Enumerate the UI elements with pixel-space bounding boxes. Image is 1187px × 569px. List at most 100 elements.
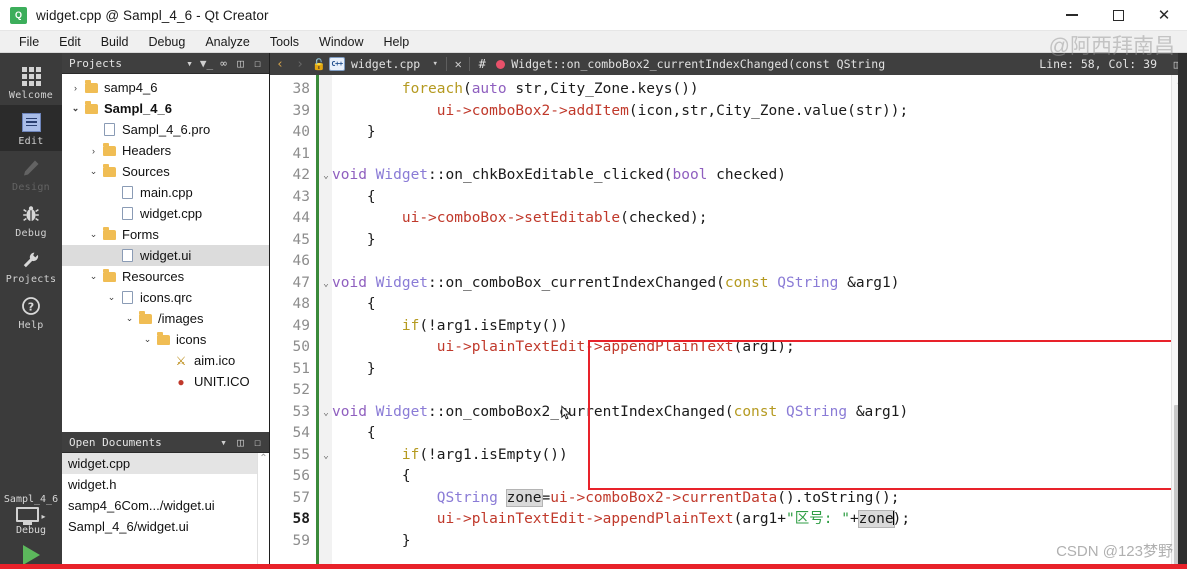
code-area[interactable]: 38 foreach(auto str,City_Zone.keys()) 39 …	[270, 75, 1187, 569]
close-icon[interactable]: ☐	[249, 57, 266, 70]
code-line[interactable]: ui->comboBox2->addItem(icon,str,City_Zon…	[332, 101, 908, 123]
close-button[interactable]: ✕	[1141, 0, 1187, 31]
tree-item-widget-ui[interactable]: widget.ui	[62, 245, 269, 266]
forward-icon[interactable]: ›	[290, 57, 310, 72]
tree-item-samp4-6[interactable]: › samp4_6	[62, 77, 269, 98]
filter-icon[interactable]: ▼̲	[198, 57, 215, 70]
code-line[interactable]: QString zone=ui->comboBox2->currentData(…	[332, 488, 900, 510]
tree-item-icons[interactable]: ⌄ icons	[62, 329, 269, 350]
tree-item-label: widget.ui	[140, 248, 192, 263]
chevron-down-icon[interactable]: ▾	[181, 57, 198, 70]
chevron-down-icon[interactable]: ⌄	[122, 313, 137, 324]
tree-item-icons-qrc[interactable]: ⌄ icons.qrc	[62, 287, 269, 308]
scroll-up-icon[interactable]: ⌃	[259, 453, 267, 464]
tree-item-label: main.cpp	[140, 185, 193, 200]
mode-help[interactable]: ? Help	[0, 289, 62, 335]
hash-icon[interactable]: #	[470, 57, 494, 71]
open-documents-list[interactable]: widget.cpp widget.h samp4_6Com.../widget.u…	[62, 453, 269, 569]
line-number: 51	[292, 360, 310, 377]
code-line[interactable]: ui->comboBox->setEditable(checked);	[332, 208, 708, 230]
menu-item-edit[interactable]: Edit	[49, 35, 91, 49]
line-number: 43	[292, 188, 310, 205]
mode-projects[interactable]: Projects	[0, 243, 62, 289]
menu-item-tools[interactable]: Tools	[260, 35, 309, 49]
code-line[interactable]: }	[332, 531, 411, 553]
fold-marker-icon[interactable]: ⌄	[320, 273, 332, 295]
tree-item-sources[interactable]: ⌄ Sources	[62, 161, 269, 182]
link-icon[interactable]: ∞	[215, 57, 232, 70]
code-line[interactable]: }	[332, 122, 376, 144]
code-line[interactable]: void Widget::on_comboBox_currentIndexCha…	[332, 273, 899, 295]
chevron-down-icon[interactable]: ⌄	[104, 292, 119, 303]
code-line[interactable]: {	[332, 187, 376, 209]
chevron-down-icon[interactable]: ⌄	[86, 166, 101, 177]
code-line[interactable]: void Widget::on_chkBoxEditable_clicked(b…	[332, 165, 786, 187]
tree-item--images[interactable]: ⌄ /images	[62, 308, 269, 329]
code-line[interactable]: if(!arg1.isEmpty())	[332, 445, 568, 467]
folder-h-icon	[101, 143, 117, 156]
menu-item-debug[interactable]: Debug	[139, 35, 196, 49]
open-document-item[interactable]: Sampl_4_6/widget.ui	[62, 516, 269, 537]
code-line[interactable]: ui->plainTextEdit->appendPlainText(arg1)…	[332, 337, 795, 359]
editor-filename[interactable]: widget.cpp	[351, 57, 420, 71]
code-line[interactable]: if(!arg1.isEmpty())	[332, 316, 568, 338]
open-document-item[interactable]: widget.cpp	[62, 453, 269, 474]
open-document-item[interactable]: widget.h	[62, 474, 269, 495]
tree-item-main-cpp[interactable]: main.cpp	[62, 182, 269, 203]
fold-marker-icon[interactable]: ⌄	[320, 445, 332, 467]
editor-close-icon[interactable]: ✕	[447, 57, 469, 71]
split-icon[interactable]: ◫	[232, 436, 249, 449]
line-number: 42	[292, 167, 310, 183]
code-line[interactable]: }	[332, 230, 376, 252]
menu-item-file[interactable]: File	[9, 35, 49, 49]
chevron-down-icon[interactable]: ⌄	[86, 271, 101, 282]
chevron-down-icon[interactable]: ⌄	[140, 334, 155, 345]
chevron-down-icon[interactable]: ⌄	[68, 103, 83, 114]
fold-marker-icon[interactable]: ⌄	[320, 165, 332, 187]
chevron-down-icon[interactable]: ⌄	[86, 229, 101, 240]
mode-edit[interactable]: Edit	[0, 105, 62, 151]
project-tree[interactable]: › samp4_6 ⌄ Sampl_4_6 Sampl_4_6.pro › Headers ⌄…	[62, 74, 269, 432]
open-documents-scrollbar[interactable]: ⌃	[257, 453, 269, 569]
fold-marker-icon[interactable]: ⌄	[320, 402, 332, 424]
code-line[interactable]: {	[332, 294, 376, 316]
aim-ico-icon: ⚔	[175, 353, 187, 368]
code-line[interactable]: void Widget::on_comboBox2_currentIndexCh…	[332, 402, 908, 424]
mode-welcome[interactable]: Welcome	[0, 59, 62, 105]
run-play-icon[interactable]	[22, 545, 40, 565]
editor-symbol-label[interactable]: Widget::on_comboBox2_currentIndexChanged…	[511, 57, 885, 71]
tree-item-widget-cpp[interactable]: widget.cpp	[62, 203, 269, 224]
minimize-button[interactable]	[1049, 0, 1095, 31]
chevron-down-icon[interactable]: ▾	[215, 436, 232, 449]
menu-item-build[interactable]: Build	[91, 35, 139, 49]
tree-item-sampl-4-6[interactable]: ⌄ Sampl_4_6	[62, 98, 269, 119]
chevron-right-icon[interactable]: ›	[86, 146, 101, 156]
tree-item-aim-ico[interactable]: ⚔ aim.ico	[62, 350, 269, 371]
back-icon[interactable]: ‹	[270, 57, 290, 72]
open-document-item[interactable]: samp4_6Com.../widget.ui	[62, 495, 269, 516]
mode-debug[interactable]: Debug	[0, 197, 62, 243]
menu-item-analyze[interactable]: Analyze	[195, 35, 259, 49]
chevron-right-icon[interactable]: ›	[68, 83, 83, 93]
menu-item-window[interactable]: Window	[309, 35, 373, 49]
tree-item-sampl-4-6-pro[interactable]: Sampl_4_6.pro	[62, 119, 269, 140]
line-col-indicator[interactable]: Line: 58, Col: 39	[1039, 57, 1157, 71]
file-dropdown-icon[interactable]: ▾	[424, 59, 446, 69]
tree-item-forms[interactable]: ⌄ Forms	[62, 224, 269, 245]
code-line[interactable]: ui->plainTextEdit->appendPlainText(arg1+…	[332, 509, 910, 531]
unlocked-icon[interactable]: 🔓	[310, 58, 328, 71]
split-icon[interactable]: ◫	[232, 57, 249, 70]
kit-selector[interactable]: Sampl_4_6 ▸ Debug	[0, 494, 62, 569]
maximize-button[interactable]	[1095, 0, 1141, 31]
tree-item-headers[interactable]: › Headers	[62, 140, 269, 161]
code-line[interactable]: {	[332, 423, 376, 445]
fold-gutter[interactable]	[319, 75, 332, 569]
close-icon[interactable]: ☐	[249, 436, 266, 449]
menu-item-help[interactable]: Help	[373, 35, 419, 49]
folder-icon	[155, 332, 171, 345]
code-line[interactable]: {	[332, 466, 411, 488]
tree-item-unit-ico[interactable]: ● UNIT.ICO	[62, 371, 269, 392]
code-line[interactable]: foreach(auto str,City_Zone.keys())	[332, 79, 699, 101]
code-line[interactable]: }	[332, 359, 376, 381]
tree-item-resources[interactable]: ⌄ Resources	[62, 266, 269, 287]
